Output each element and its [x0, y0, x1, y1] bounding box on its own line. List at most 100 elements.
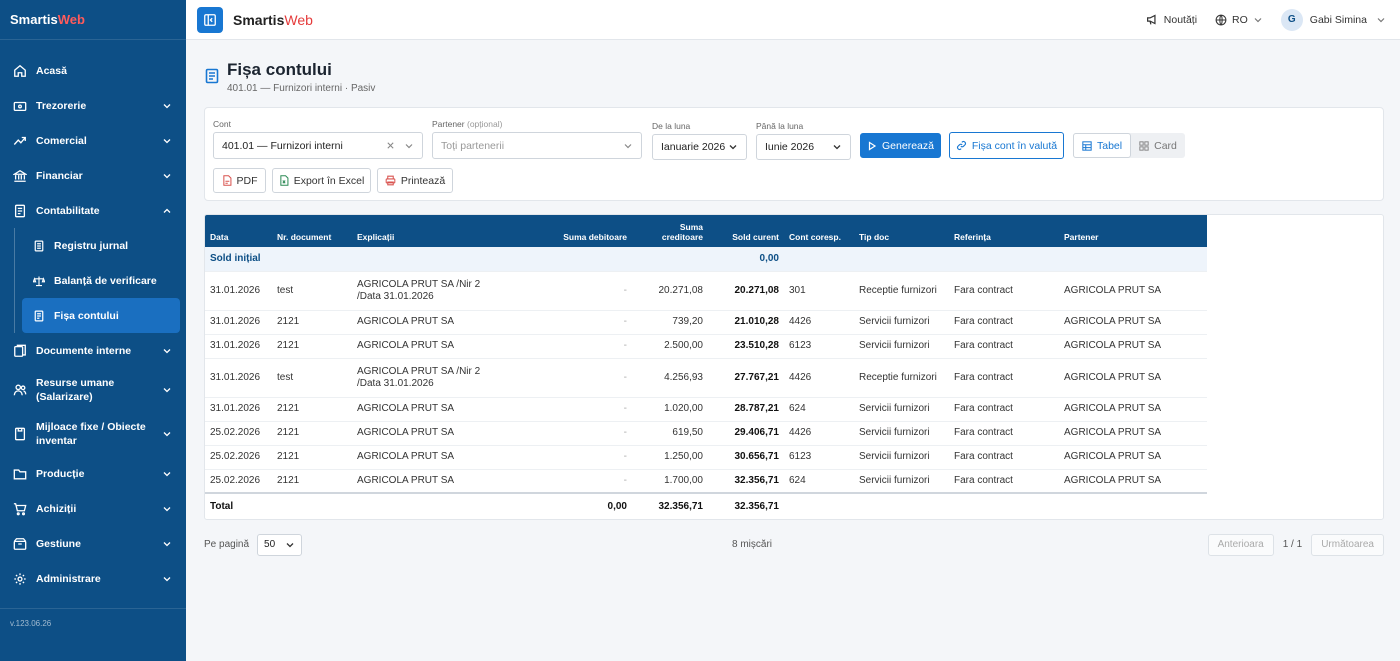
chevron-down-icon: [163, 432, 171, 437]
generate-button[interactable]: Generează: [860, 133, 941, 158]
cell-part: AGRICOLA PRUT SA: [1059, 397, 1207, 422]
cell-sold: 28.787,21: [708, 397, 784, 422]
from-month-select[interactable]: Ianuarie 2026: [652, 134, 747, 160]
sold-initial-label: Sold inițial: [205, 247, 708, 272]
cell-doc: 2121: [272, 334, 352, 359]
sidebar-item-productie[interactable]: Producție: [0, 456, 186, 491]
col-header-suma-debitoare[interactable]: Suma debitoare: [505, 215, 632, 247]
account-sheet-table-card: Data Nr. document Explicații Suma debito…: [204, 214, 1384, 520]
sidebar-item-gestiune[interactable]: Gestiune: [0, 526, 186, 561]
sidebar-item-trezorerie[interactable]: Trezorerie: [0, 88, 186, 123]
chevron-down-icon: [163, 506, 171, 511]
news-link[interactable]: Noutăți: [1146, 13, 1197, 26]
table-row[interactable]: 31.01.2026 test AGRICOLA PRUT SA /Nir 2 …: [205, 358, 1207, 398]
partener-optional: (opțional): [466, 119, 503, 129]
sidebar-toggle-button[interactable]: [197, 6, 223, 33]
cell-cont: 4426: [784, 358, 854, 398]
sidebar-subitem-label: Fișa contului: [54, 309, 119, 322]
topbar-brand-part2: Web: [284, 11, 313, 28]
cell-expl: AGRICOLA PRUT SA: [352, 469, 505, 494]
sidebar-item-administrare[interactable]: Administrare: [0, 561, 186, 596]
cell-doc: 2121: [272, 421, 352, 446]
pdf-label: PDF: [236, 174, 258, 187]
cell-deb: -: [505, 445, 632, 470]
export-excel-button[interactable]: Export în Excel: [272, 168, 371, 193]
sidebar-item-comercial[interactable]: Comercial: [0, 123, 186, 158]
sidebar-subitem-fisa-contului[interactable]: Fișa contului: [22, 298, 180, 333]
col-header-nr-document[interactable]: Nr. document: [272, 215, 352, 247]
cont-select[interactable]: 401.01 — Furnizori interni: [213, 132, 423, 159]
chevron-down-icon: [729, 145, 737, 150]
sidebar-brand[interactable]: Smartis Web: [0, 0, 186, 40]
export-excel-label: Export în Excel: [293, 174, 365, 187]
home-icon: [12, 63, 28, 79]
sold-initial-spacer: [784, 247, 1207, 272]
view-card-label: Card: [1154, 139, 1177, 152]
view-card-button[interactable]: Card: [1131, 133, 1185, 158]
table-row[interactable]: 25.02.2026 2121 AGRICOLA PRUT SA - 1.700…: [205, 469, 1207, 494]
filter-card: Cont 401.01 — Furnizori interni Partener…: [204, 107, 1384, 201]
chevron-down-icon: [286, 542, 294, 547]
total-label: Total: [205, 492, 505, 519]
brand-part2: Web: [57, 12, 85, 27]
table-row[interactable]: 31.01.2026 2121 AGRICOLA PRUT SA - 739,2…: [205, 310, 1207, 335]
sidebar-item-documente-interne[interactable]: Documente interne: [0, 333, 186, 368]
cell-ref: Fara contract: [949, 397, 1059, 422]
cell-cred: 619,50: [632, 421, 708, 446]
col-header-data[interactable]: Data: [205, 215, 272, 247]
page-info: 1 / 1: [1282, 539, 1303, 550]
view-table-label: Tabel: [1097, 139, 1123, 152]
col-header-tip-doc[interactable]: Tip doc: [854, 215, 949, 247]
cell-sold: 29.406,71: [708, 421, 784, 446]
globe-icon: [1215, 14, 1227, 25]
chevron-down-icon: [405, 143, 413, 148]
col-header-partener[interactable]: Partener: [1059, 215, 1207, 247]
table-header-row: Data Nr. document Explicații Suma debito…: [205, 215, 1207, 247]
total-cred: 32.356,71: [632, 492, 708, 519]
col-header-explicatii[interactable]: Explicații: [352, 215, 505, 247]
col-header-suma-creditoare[interactable]: Suma creditoare: [632, 215, 708, 247]
next-page-button[interactable]: Următoarea: [1311, 533, 1384, 556]
topbar-brand[interactable]: SmartisWeb: [233, 12, 313, 28]
cell-deb: -: [505, 469, 632, 494]
language-selector[interactable]: RO: [1215, 14, 1263, 26]
currency-sheet-button[interactable]: Fișa cont în valută: [949, 132, 1064, 159]
page-title: Fișa contului: [227, 60, 332, 79]
user-menu[interactable]: G Gabi Simina: [1280, 8, 1386, 31]
cell-tip: Servicii furnizori: [854, 310, 949, 335]
per-page-select[interactable]: 50: [257, 533, 303, 556]
sidebar-item-contabilitate[interactable]: Contabilitate: [0, 193, 186, 228]
sidebar-item-achizitii[interactable]: Achiziții: [0, 491, 186, 526]
cell-tip: Servicii furnizori: [854, 421, 949, 446]
table-row[interactable]: 31.01.2026 test AGRICOLA PRUT SA /Nir 2 …: [205, 271, 1207, 311]
sidebar-item-label: Mijloace fixe / Obiecte inventar: [36, 421, 146, 447]
col-header-referinta[interactable]: Referința: [949, 215, 1059, 247]
sidebar-item-mijloace-fixe[interactable]: Mijloace fixe / Obiecte inventar: [0, 412, 186, 456]
partener-select[interactable]: Toți partenerii: [432, 132, 642, 159]
pdf-button[interactable]: PDF: [213, 168, 266, 193]
cell-cred: 739,20: [632, 310, 708, 335]
table-row[interactable]: 25.02.2026 2121 AGRICOLA PRUT SA - 1.250…: [205, 445, 1207, 470]
view-table-button[interactable]: Tabel: [1073, 133, 1132, 158]
col-header-cont-coresp[interactable]: Cont coresp.: [784, 215, 854, 247]
sidebar-item-financiar[interactable]: Financiar: [0, 158, 186, 193]
to-month-select[interactable]: Iunie 2026: [756, 134, 851, 160]
col-header-sold-curent[interactable]: Sold curent: [708, 215, 784, 247]
sidebar-item-acasa[interactable]: Acasă: [0, 53, 186, 88]
chevron-down-icon: [1377, 17, 1385, 22]
prev-page-button[interactable]: Anterioara: [1207, 533, 1274, 556]
chevron-down-icon: [163, 576, 171, 581]
print-button[interactable]: Printează: [377, 168, 453, 193]
table-row[interactable]: 31.01.2026 2121 AGRICOLA PRUT SA - 2.500…: [205, 334, 1207, 359]
cell-doc: 2121: [272, 445, 352, 470]
clear-icon[interactable]: [386, 141, 395, 150]
sidebar-item-resurse-umane[interactable]: Resurse umane (Salarizare): [0, 368, 186, 412]
table-row[interactable]: 25.02.2026 2121 AGRICOLA PRUT SA - 619,5…: [205, 421, 1207, 446]
folder-icon: [12, 466, 28, 482]
cell-part: AGRICOLA PRUT SA: [1059, 469, 1207, 494]
sidebar-subitem-registru-jurnal[interactable]: Registru jurnal: [22, 228, 180, 263]
cell-cont: 4426: [784, 421, 854, 446]
cell-cred: 1.020,00: [632, 397, 708, 422]
sidebar-subitem-balanta[interactable]: Balanță de verificare: [22, 263, 180, 298]
table-row[interactable]: 31.01.2026 2121 AGRICOLA PRUT SA - 1.020…: [205, 397, 1207, 422]
